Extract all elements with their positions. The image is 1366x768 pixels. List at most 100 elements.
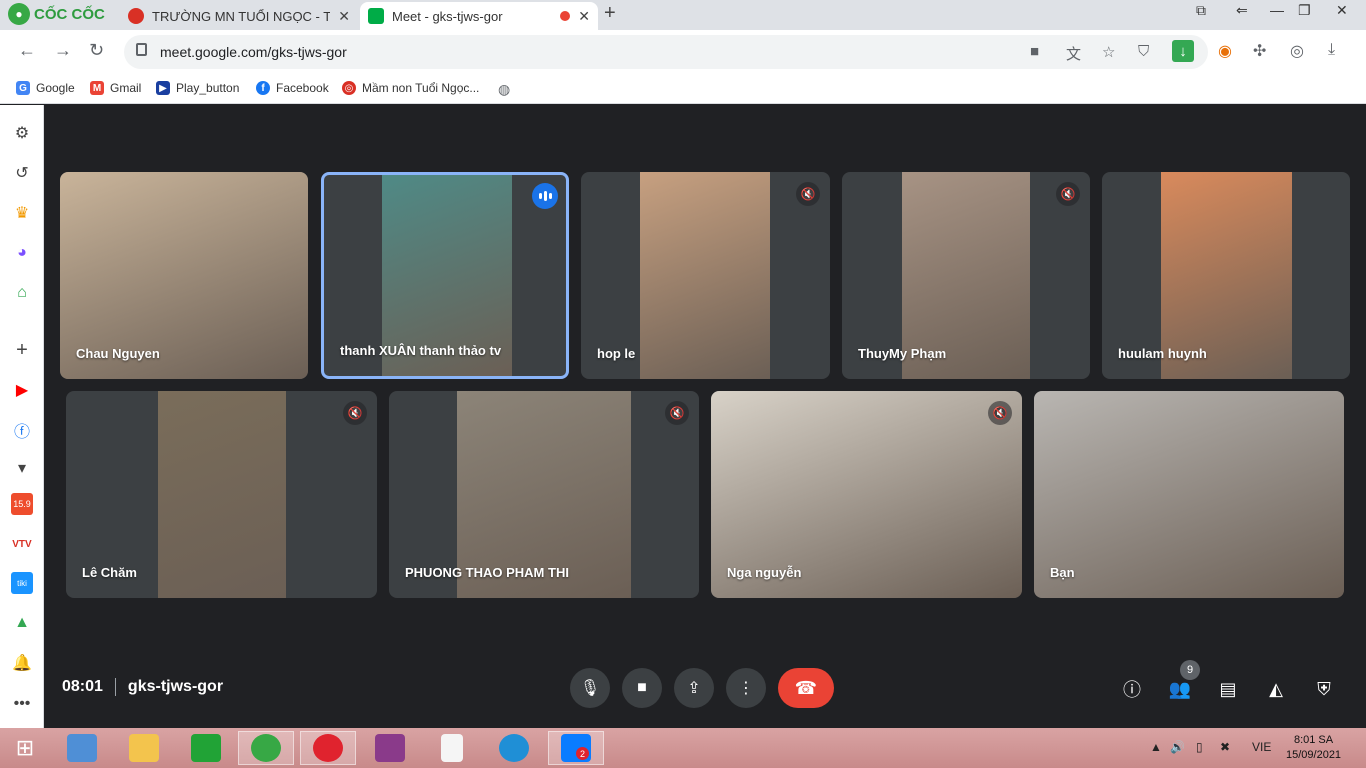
new-tab-button[interactable]: + — [604, 2, 616, 25]
forward-button[interactable]: → — [54, 40, 72, 61]
start-button[interactable]: ⊞ — [0, 731, 50, 765]
participant-tile[interactable]: Bạn — [1034, 391, 1344, 598]
volume-icon[interactable]: 🔊 — [1170, 740, 1185, 754]
participant-name: PHUONG THAO PHAM THI — [405, 565, 569, 580]
url-text[interactable]: meet.google.com/gks-tjws-gor — [160, 44, 347, 60]
site-icon: ◎ — [342, 81, 356, 95]
translate-icon[interactable]: 文 — [1066, 43, 1081, 64]
clock-date: 15/09/2021 — [1286, 749, 1342, 761]
tab-school[interactable]: TRƯỜNG MN TUỔI NGỌC - T ✕ — [120, 2, 358, 30]
coccoc-logo[interactable]: ● CỐC CỐC — [8, 3, 105, 25]
gmail-icon: M — [90, 81, 104, 95]
taskbar-edge[interactable] — [486, 731, 542, 765]
bookmark-google[interactable]: G Google — [16, 81, 75, 95]
participant-tile[interactable]: huulam huynh — [1102, 172, 1350, 379]
back-tab-icon[interactable]: ⇐ — [1236, 2, 1248, 19]
tab-meet[interactable]: Meet - gks-tjws-gor ✕ — [360, 2, 598, 30]
download-icon[interactable]: ↓ — [1172, 40, 1194, 62]
participant-tile[interactable]: 🔇 ThuyMy Phạm — [842, 172, 1090, 379]
taskbar-explorer[interactable] — [116, 731, 172, 765]
close-icon[interactable]: ✕ — [578, 8, 590, 25]
crown-icon[interactable]: ♛ — [11, 202, 33, 224]
shield-icon[interactable]: ⛉ — [1138, 43, 1149, 60]
facebook-icon[interactable]: ⓕ — [11, 419, 33, 441]
info-icon: ⓘ — [1123, 680, 1141, 700]
activities-button[interactable]: ◭ — [1262, 675, 1290, 703]
coccoc-icon — [251, 734, 281, 762]
bell-icon[interactable]: 🔔 — [11, 652, 33, 674]
game-icon[interactable]: ⌂ — [11, 282, 33, 304]
participant-tile[interactable]: thanh XUÂN thanh thảo tv — [321, 172, 569, 379]
more-icon: ⋮ — [738, 680, 754, 697]
camera-button[interactable]: ■ — [622, 668, 662, 708]
language-indicator[interactable]: VIE — [1252, 740, 1271, 754]
chat-button[interactable]: ▤ — [1214, 675, 1242, 703]
taskbar-control-panel[interactable] — [54, 731, 110, 765]
profile-icon[interactable]: ◎ — [1290, 41, 1304, 61]
back-button[interactable]: ← — [18, 40, 36, 61]
shopee-icon[interactable]: 15.9 — [11, 493, 33, 515]
participant-tile[interactable]: 🔇 PHUONG THAO PHAM THI — [389, 391, 699, 598]
settings-icon[interactable]: ⚙ — [11, 122, 33, 144]
opera-icon — [313, 734, 343, 762]
power-icon[interactable]: ▯ — [1196, 740, 1203, 754]
bookmark-star-icon[interactable]: ☆ — [1102, 43, 1115, 61]
winrar-icon — [375, 734, 405, 762]
taskbar-file[interactable] — [424, 731, 480, 765]
participant-tile[interactable]: 🔇 Nga nguyễn — [711, 391, 1022, 598]
participant-tile[interactable]: 🔇 hop le — [581, 172, 830, 379]
bookmark-gmail[interactable]: M Gmail — [90, 81, 141, 95]
vtv-icon[interactable]: VTV — [11, 533, 33, 555]
camera-icon: ■ — [637, 679, 647, 696]
taskbar-winrar[interactable] — [362, 731, 418, 765]
participant-count-badge: 9 — [1180, 660, 1200, 680]
puzzle-icon[interactable]: ✣ — [1253, 41, 1266, 61]
browser-tab-bar: ● CỐC CỐC TRƯỜNG MN TUỔI NGỌC - T ✕ Meet… — [0, 0, 1366, 30]
address-bar[interactable]: meet.google.com/gks-tjws-gor ■ 文 ☆ ⛉ ↓ — [124, 35, 1208, 69]
tiki-icon[interactable]: tiki — [11, 572, 33, 594]
more-options-button[interactable]: ⋮ — [726, 668, 766, 708]
close-window-button[interactable]: ✕ — [1336, 2, 1348, 19]
taskbar-coccoc[interactable] — [238, 731, 294, 765]
mic-button[interactable]: 🎙 — [570, 668, 610, 708]
bookmark-school[interactable]: ◎ Mầm non Tuổi Ngọc... — [342, 81, 479, 95]
close-icon[interactable]: ✕ — [338, 8, 350, 25]
bookmark-label: Play_button — [176, 81, 240, 95]
info-button[interactable]: ⓘ — [1118, 675, 1146, 703]
minimize-button[interactable]: — — [1270, 2, 1284, 18]
screenshot-icon[interactable]: ⧉ — [1196, 2, 1206, 19]
history-icon[interactable]: ↺ — [11, 162, 33, 184]
network-off-icon[interactable]: ✖ — [1220, 740, 1230, 754]
participant-tile[interactable]: Chau Nguyen — [60, 172, 308, 379]
participant-tile[interactable]: 🔇 Lê Chăm — [66, 391, 377, 598]
participant-name: thanh XUÂN thanh thảo tv — [340, 343, 502, 358]
control-panel-icon — [67, 734, 97, 762]
more-icon[interactable]: ••• — [11, 693, 33, 715]
taskbar-opera[interactable] — [300, 731, 356, 765]
host-controls-button[interactable]: ⛨ — [1310, 675, 1338, 703]
participant-name: huulam huynh — [1118, 346, 1207, 361]
maximize-button[interactable]: ❐ — [1298, 2, 1311, 19]
taskbar-store[interactable] — [178, 731, 234, 765]
present-button[interactable]: ⇪ — [674, 668, 714, 708]
camera-permission-icon[interactable]: ■ — [1030, 43, 1039, 60]
system-clock[interactable]: 8:01 SA 15/09/2021 — [1286, 733, 1341, 763]
taskbar-zalo[interactable]: 2 — [548, 731, 604, 765]
bookmark-label: Gmail — [110, 81, 142, 95]
globe-icon[interactable]: ◍ — [498, 81, 510, 98]
messenger-icon[interactable]: ◕ — [11, 242, 33, 264]
bookmark-play[interactable]: ▶ Play_button — [156, 81, 239, 95]
downloads-icon[interactable]: ⤓ — [1328, 41, 1335, 59]
facebook-icon: f — [256, 81, 270, 95]
bookmark-facebook[interactable]: f Facebook — [256, 81, 329, 95]
reload-button[interactable]: ↻ — [89, 40, 104, 61]
chevron-down-icon[interactable]: ▾ — [11, 457, 33, 479]
end-call-button[interactable]: ☎ — [778, 668, 834, 708]
add-icon[interactable]: + — [11, 339, 33, 361]
grad-cap-icon[interactable]: ▲ — [11, 612, 33, 634]
youtube-icon[interactable]: ▶ — [11, 379, 33, 401]
meeting-code[interactable]: gks-tjws-gor — [128, 678, 223, 696]
extension-icon[interactable]: ◉ — [1218, 41, 1232, 61]
browser-toolbar: ← → ↻ meet.google.com/gks-tjws-gor ■ 文 ☆… — [0, 30, 1366, 74]
tray-chevron-icon[interactable]: ▲ — [1150, 740, 1162, 754]
